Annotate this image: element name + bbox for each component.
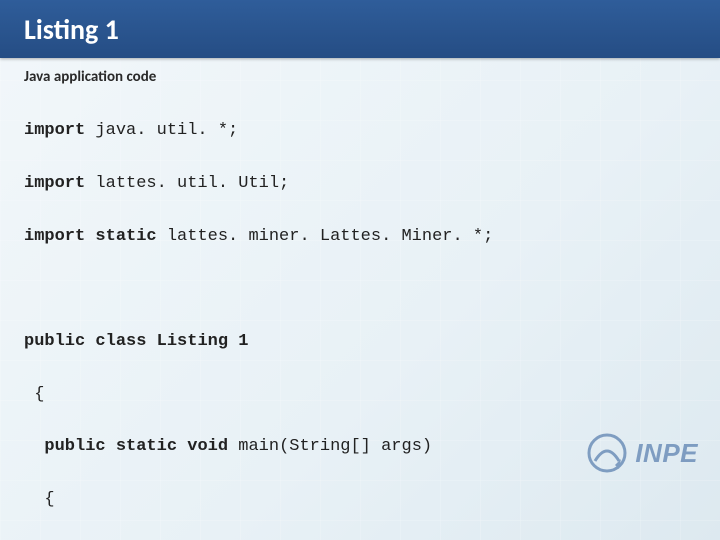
keyword: void [177, 437, 228, 456]
title-bar: Listing 1 [0, 0, 720, 58]
code-line: import java. util. *; [24, 118, 696, 144]
page-title: Listing 1 [24, 12, 119, 47]
code-text: main(String[] args) [228, 437, 432, 456]
code-block: import java. util. *; import lattes. uti… [0, 88, 720, 540]
code-line: import static lattes. miner. Lattes. Min… [24, 224, 696, 250]
keyword: public [24, 332, 85, 351]
keyword: public [44, 437, 105, 456]
keyword: import [24, 227, 85, 246]
code-line: import lattes. util. Util; [24, 171, 696, 197]
keyword: static [106, 437, 177, 456]
code-line: public class Listing 1 [24, 329, 696, 355]
keyword: static [85, 227, 156, 246]
code-text: lattes. miner. Lattes. Miner. *; [157, 227, 494, 246]
code-text [24, 437, 44, 456]
code-line: public static void main(String[] args) [24, 434, 696, 460]
blank-line [24, 276, 696, 302]
slide: Listing 1 Java application code import j… [0, 0, 720, 540]
code-line: { [24, 382, 696, 408]
code-line: { [24, 487, 696, 513]
code-text: lattes. util. Util; [85, 174, 289, 193]
keyword: class [85, 332, 146, 351]
keyword: import [24, 174, 85, 193]
subtitle: Java application code [0, 58, 720, 88]
code-text: java. util. *; [85, 121, 238, 140]
class-name: Listing 1 [146, 332, 248, 351]
keyword: import [24, 121, 85, 140]
